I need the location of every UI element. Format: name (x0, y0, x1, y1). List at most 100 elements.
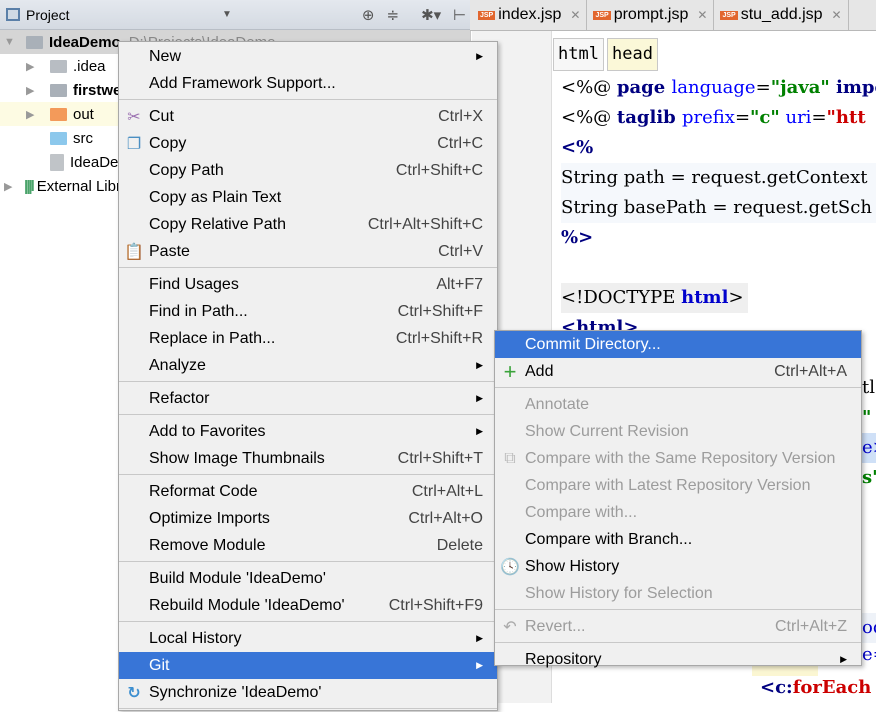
editor-tabs: JSP index.jsp ✕ JSP prompt.jsp ✕ JSP stu_add.… (470, 0, 876, 31)
breadcrumb-head[interactable]: head (607, 38, 658, 71)
jsp-file-icon: JSP (720, 10, 738, 20)
module-folder-icon (26, 35, 43, 49)
code-line: %> (561, 227, 594, 248)
menu-item-revert[interactable]: ↶ Revert... Ctrl+Alt+Z (495, 613, 861, 640)
submenu-arrow-icon: ▶ (476, 360, 483, 370)
project-view-selector[interactable]: Project (26, 7, 216, 23)
tab-prompt-jsp[interactable]: JSP prompt.jsp ✕ (587, 0, 715, 30)
code-fragment: tl (862, 377, 875, 398)
menu-item-copy-relative-path[interactable]: Copy Relative Path Ctrl+Alt+Shift+C (119, 211, 497, 238)
code-fragment: e= (862, 644, 876, 665)
menu-item-analyze[interactable]: Analyze ▶ (119, 352, 497, 379)
code-fragment: e> (862, 433, 876, 463)
menu-item-new[interactable]: New ▶ (119, 43, 497, 70)
folder-icon (50, 59, 67, 73)
close-icon[interactable]: ✕ (570, 8, 580, 22)
tab-stu-add-jsp[interactable]: JSP stu_add.jsp ✕ (714, 0, 849, 30)
menu-item-copy-path[interactable]: Copy Path Ctrl+Shift+C (119, 157, 497, 184)
menu-item-compare-with[interactable]: Compare with... (495, 499, 861, 526)
menu-item-add[interactable]: + Add Ctrl+Alt+A (495, 358, 861, 385)
menu-item-copy-plain-text[interactable]: Copy as Plain Text (119, 184, 497, 211)
menu-item-annotate[interactable]: Annotate (495, 391, 861, 418)
code-line: <% (561, 137, 594, 158)
menu-item-show-history-selection[interactable]: Show History for Selection (495, 580, 861, 607)
menu-item-show-current-revision[interactable]: Show Current Revision (495, 418, 861, 445)
menu-item-refactor[interactable]: Refactor ▶ (119, 385, 497, 412)
menu-item-add-framework[interactable]: Add Framework Support... (119, 70, 497, 97)
plus-icon: + (503, 359, 517, 384)
menu-item-repository[interactable]: Repository ▶ (495, 646, 861, 673)
tree-label: src (73, 129, 93, 147)
tree-label: .idea (73, 57, 106, 75)
project-panel-header: Project ▼ ⊕ ≑ ✱▾ ⊢ (0, 0, 470, 30)
close-icon[interactable]: ✕ (697, 8, 707, 22)
source-folder-icon (50, 131, 67, 145)
tree-label: out (73, 105, 94, 123)
expand-arrow-icon[interactable]: ▶ (26, 60, 40, 73)
menu-item-rebuild-module[interactable]: Rebuild Module 'IdeaDemo' Ctrl+Shift+F9 (119, 592, 497, 619)
expand-arrow-icon[interactable]: ▶ (4, 180, 18, 193)
tree-label: IdeaDemo (49, 33, 121, 51)
jsp-file-icon: JSP (478, 10, 496, 20)
submenu-arrow-icon: ▶ (476, 51, 483, 61)
menu-item-optimize-imports[interactable]: Optimize Imports Ctrl+Alt+O (119, 505, 497, 532)
submenu-arrow-icon: ▶ (476, 633, 483, 643)
chevron-down-icon[interactable]: ▼ (222, 9, 232, 20)
code-line: <c:forEach (760, 677, 872, 698)
menu-item-cut[interactable]: ✂ Cut Ctrl+X (119, 103, 497, 130)
menu-item-show-thumbnails[interactable]: Show Image Thumbnails Ctrl+Shift+T (119, 445, 497, 472)
tab-label: stu_add.jsp (740, 6, 823, 23)
project-view-icon (6, 8, 20, 21)
breadcrumb-html[interactable]: html (553, 38, 604, 71)
history-icon: 🕓 (500, 559, 520, 576)
menu-item-git[interactable]: Git ▶ (119, 652, 497, 679)
expand-arrow-icon[interactable]: ▶ (26, 108, 40, 121)
menu-item-reformat[interactable]: Reformat Code Ctrl+Alt+L (119, 478, 497, 505)
tab-index-jsp[interactable]: JSP index.jsp ✕ (470, 0, 588, 30)
submenu-arrow-icon: ▶ (840, 654, 847, 664)
tab-label: prompt.jsp (613, 6, 689, 23)
menu-item-compare-latest-version[interactable]: Compare with Latest Repository Version (495, 472, 861, 499)
menu-item-compare-branch[interactable]: Compare with Branch... (495, 526, 861, 553)
menu-item-build-module[interactable]: Build Module 'IdeaDemo' (119, 565, 497, 592)
hide-panel-icon[interactable]: ⊢ (453, 6, 466, 24)
excluded-folder-icon (50, 107, 67, 121)
menu-item-find-in-path[interactable]: Find in Path... Ctrl+Shift+F (119, 298, 497, 325)
module-folder-icon (50, 83, 67, 97)
code-fragment: s" (862, 467, 876, 488)
code-line: <%@ taglib prefix="c" uri="htt (561, 107, 866, 128)
menu-item-copy[interactable]: ❐ Copy Ctrl+C (119, 130, 497, 157)
code-fragment: od (862, 613, 876, 643)
sync-icon: ↻ (127, 685, 141, 702)
close-icon[interactable]: ✕ (832, 8, 842, 22)
menu-item-add-favorites[interactable]: Add to Favorites ▶ (119, 418, 497, 445)
expand-arrow-icon[interactable]: ▶ (26, 84, 40, 97)
code-fragment: " / (862, 407, 872, 428)
code-line: <%@ page language="java" impor (561, 77, 876, 98)
menu-item-paste[interactable]: 📋 Paste Ctrl+V (119, 238, 497, 265)
jsp-file-icon: JSP (593, 10, 611, 20)
expand-arrow-icon[interactable]: ▼ (4, 36, 18, 48)
menu-item-compare-same-version[interactable]: ⧉ Compare with the Same Repository Versio… (495, 445, 861, 472)
menu-item-find-usages[interactable]: Find Usages Alt+F7 (119, 271, 497, 298)
code-line: <!DOCTYPE html> (561, 283, 748, 313)
gear-icon[interactable]: ✱▾ (421, 6, 441, 24)
collapse-all-icon[interactable]: ≑ (386, 6, 399, 24)
compare-icon: ⧉ (504, 450, 516, 467)
git-submenu: Commit Directory... + Add Ctrl+Alt+A Annot… (494, 330, 862, 668)
menu-item-synchronize[interactable]: ↻ Synchronize 'IdeaDemo' (119, 679, 497, 706)
context-menu: New ▶ Add Framework Support... ✂ Cut Ctrl+X… (118, 41, 498, 711)
menu-item-remove-module[interactable]: Remove Module Delete (119, 532, 497, 559)
code-line: String path = request.getContext (561, 163, 876, 193)
tab-label: index.jsp (498, 6, 562, 23)
menu-item-replace-in-path[interactable]: Replace in Path... Ctrl+Shift+R (119, 325, 497, 352)
menu-item-commit-directory[interactable]: Commit Directory... (495, 331, 861, 358)
iml-file-icon (50, 153, 64, 171)
copy-icon: ❐ (126, 136, 142, 153)
menu-item-local-history[interactable]: Local History ▶ (119, 625, 497, 652)
menu-item-show-history[interactable]: 🕓 Show History (495, 553, 861, 580)
code-line: String basePath = request.getSch (561, 193, 876, 223)
paste-icon: 📋 (124, 244, 144, 261)
menu-separator (119, 708, 497, 712)
locate-icon[interactable]: ⊕ (362, 6, 375, 24)
